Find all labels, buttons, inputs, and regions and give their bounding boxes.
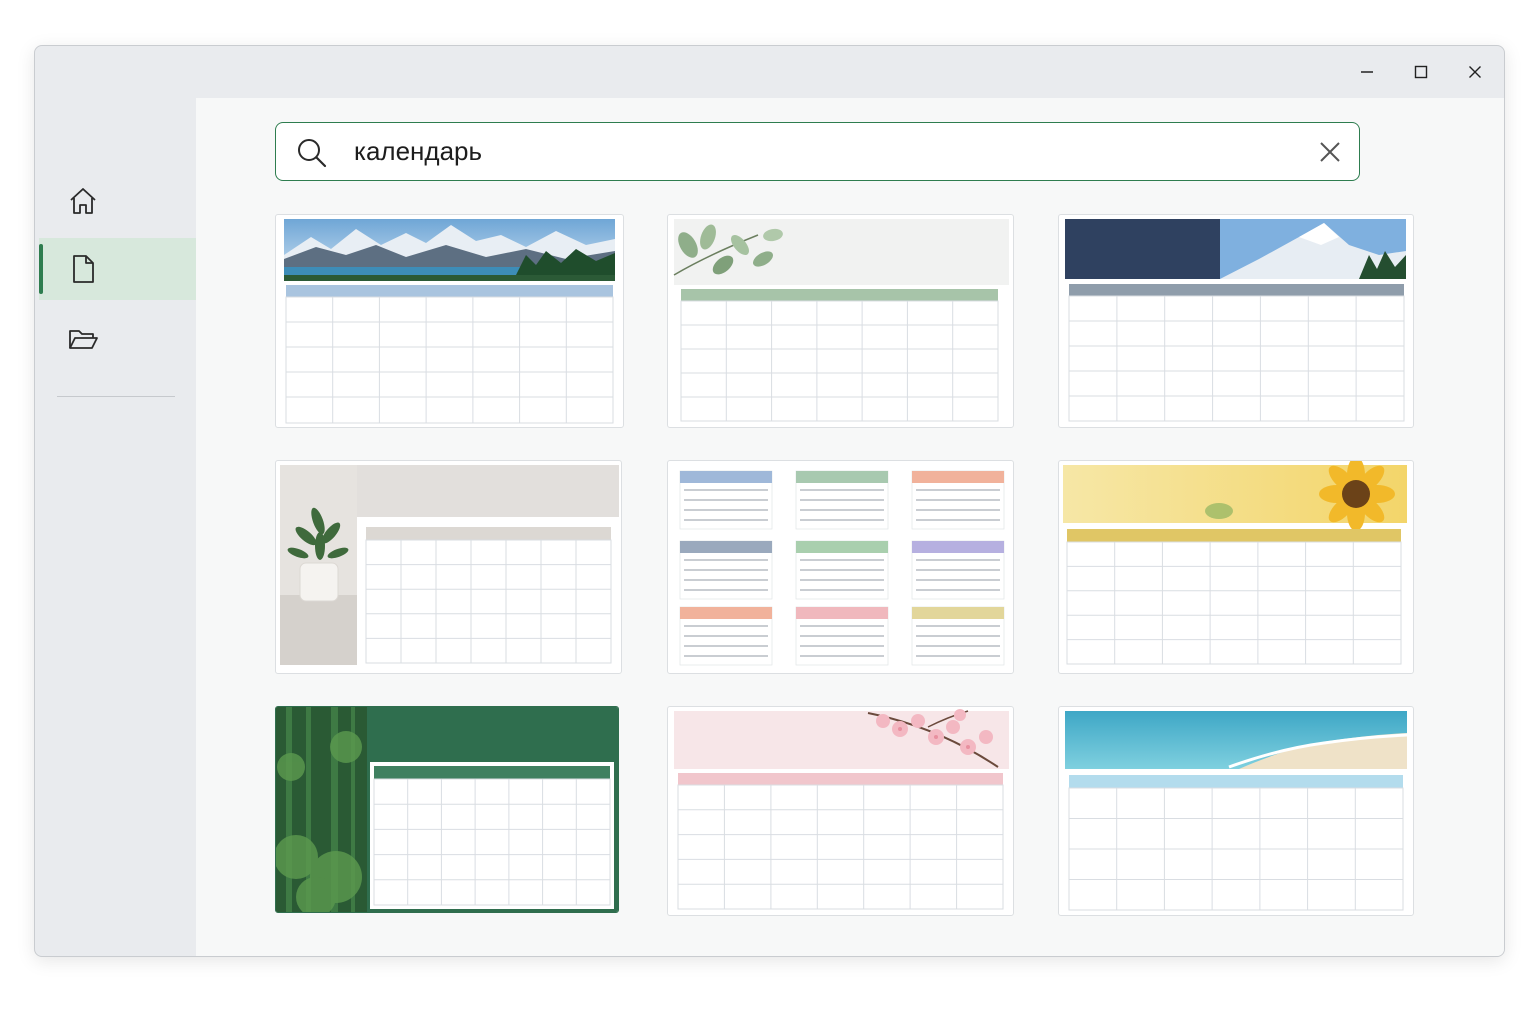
minimize-icon [1361,71,1373,73]
template-thumbnail [1065,711,1408,911]
template-card-twelve-month-pastel[interactable] [667,460,1014,674]
close-icon [1469,66,1481,78]
template-card-forest-green[interactable] [275,706,619,913]
folder-open-icon [69,330,98,349]
maximize-icon [1414,65,1428,79]
document-icon [73,255,94,283]
template-thumbnail [280,465,619,665]
title-bar [35,46,1504,98]
template-thumbnail [1063,461,1407,665]
close-window-button[interactable] [1455,55,1495,89]
maximize-button[interactable] [1401,55,1441,89]
sidebar-item-home[interactable] [39,170,196,232]
search-box[interactable] [275,122,1360,181]
home-icon [70,188,96,214]
template-card-navy-mountain[interactable] [1058,214,1414,428]
template-thumbnail [1065,219,1406,422]
clear-search-icon[interactable] [1317,139,1343,165]
sidebar-divider [57,396,175,397]
template-thumbnail [679,470,1005,666]
template-thumbnail [284,219,615,424]
app-window [34,45,1505,957]
template-card-green-leaves[interactable] [667,214,1014,428]
main-content [196,98,1504,956]
template-card-mountains-lake[interactable] [275,214,624,428]
template-card-sunflower[interactable] [1058,460,1414,674]
sidebar-item-new[interactable] [39,238,196,300]
sidebar [35,98,196,956]
template-thumbnail [276,707,618,912]
sidebar-item-open[interactable] [39,308,196,370]
minimize-button[interactable] [1347,55,1387,89]
template-thumbnail [674,709,1009,910]
template-card-beach[interactable] [1058,706,1414,916]
template-thumbnail [673,219,1009,422]
search-input[interactable] [354,131,1254,171]
template-card-plant-in-pot[interactable] [275,460,622,674]
search-icon [298,139,327,168]
template-card-cherry-blossom[interactable] [667,706,1014,916]
